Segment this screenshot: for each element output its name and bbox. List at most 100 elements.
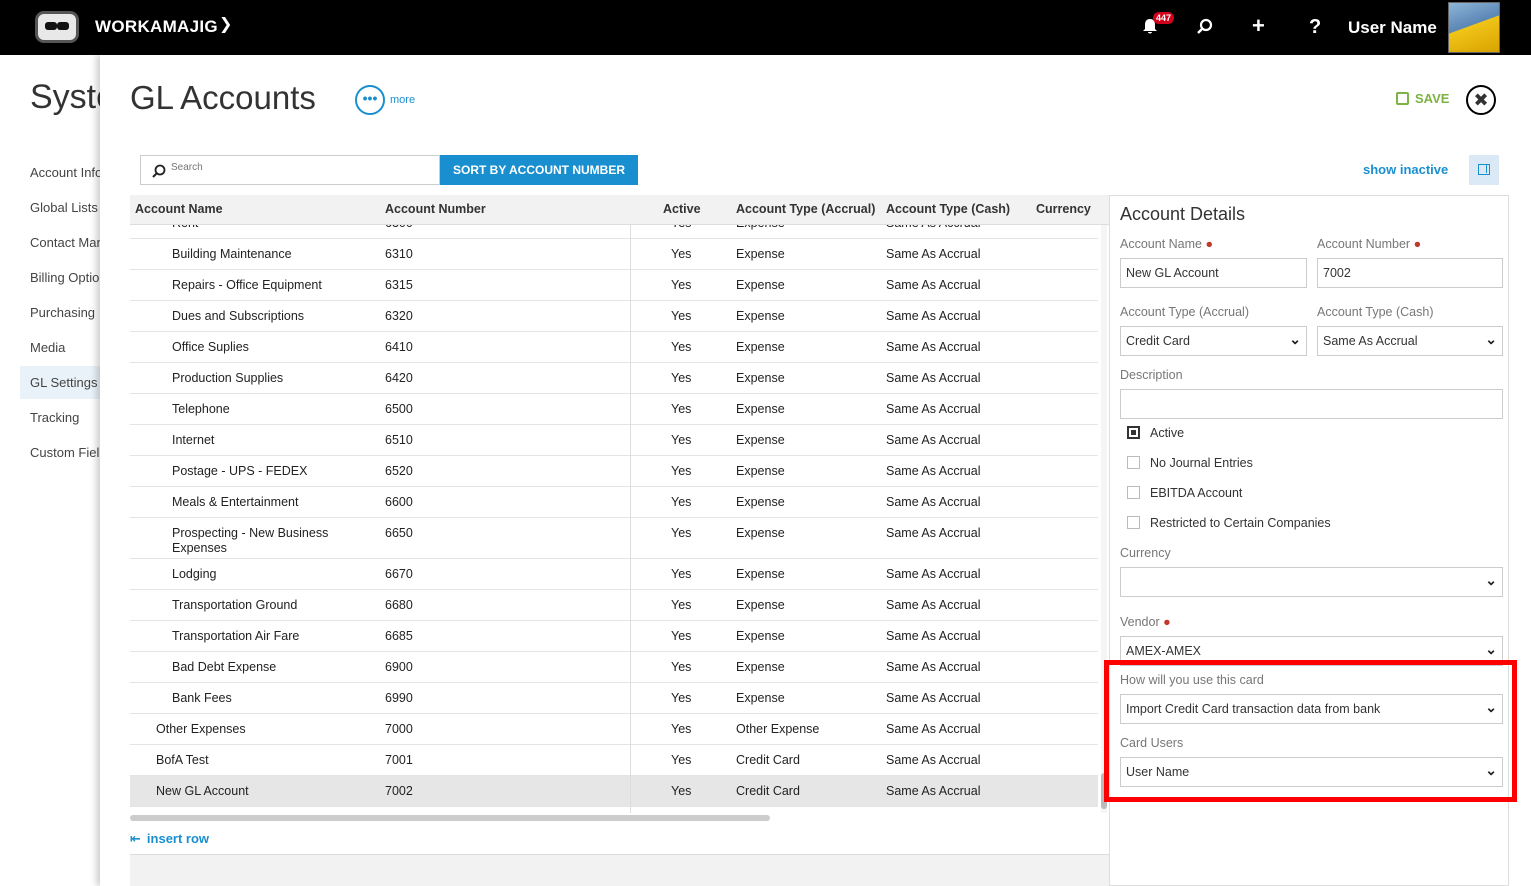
cell-active: Yes — [671, 309, 692, 323]
cell-account-name: Bank Fees — [172, 691, 232, 705]
cell-type-cash: Same As Accrual — [886, 598, 981, 612]
table-row[interactable]: Bank Fees 6990 Yes Expense Same As Accrual — [130, 683, 1098, 714]
gl-accounts-grid: Account Name Account Number Active Accou… — [130, 195, 1110, 886]
cell-active: Yes — [671, 402, 692, 416]
table-row[interactable]: Telephone 6500 Yes Expense Same As Accrual — [130, 394, 1098, 425]
save-button[interactable]: SAVE — [1396, 91, 1449, 106]
table-row[interactable]: Repairs - Office Equipment 6315 Yes Expense… — [130, 270, 1098, 301]
table-row[interactable]: New GL Account 7002 Yes Credit Card Same As … — [130, 776, 1098, 807]
table-row[interactable]: Lodging 6670 Yes Expense Same As Accrual — [130, 559, 1098, 590]
cell-account-number: 6420 — [385, 371, 413, 385]
table-row[interactable]: Transportation Ground 6680 Yes Expense Same … — [130, 590, 1098, 621]
cell-account-name: Lodging — [172, 567, 217, 581]
background-nav-item[interactable]: Global Lists — [30, 200, 98, 215]
horizontal-scrollbar[interactable] — [130, 815, 770, 821]
chevron-down-icon[interactable]: ❯ — [219, 14, 232, 34]
more-options-icon[interactable]: ••• — [355, 85, 385, 115]
background-nav-item[interactable]: Contact Man — [30, 235, 104, 250]
column-header-account-number[interactable]: Account Number — [385, 202, 486, 216]
details-title: Account Details — [1120, 204, 1246, 224]
type-accrual-label: Account Type (Accrual) — [1120, 305, 1249, 319]
search-field[interactable] — [140, 155, 440, 185]
cell-active: Yes — [671, 371, 692, 385]
cell-type-accrual: Expense — [736, 660, 785, 674]
table-row[interactable]: Postage - UPS - FEDEX 6520 Yes Expense Same … — [130, 456, 1098, 487]
column-header-account-name[interactable]: Account Name — [135, 202, 223, 216]
column-header-active[interactable]: Active — [663, 202, 701, 216]
background-nav-item[interactable]: Purchasing — [30, 305, 95, 320]
required-marker: ● — [1205, 237, 1214, 251]
column-header-type-accrual[interactable]: Account Type (Accrual) — [736, 202, 875, 216]
table-row[interactable]: Internet 6510 Yes Expense Same As Accrual — [130, 425, 1098, 456]
cell-type-cash: Same As Accrual — [886, 371, 981, 385]
checkbox-unchecked — [1127, 456, 1140, 469]
cell-account-name: Production Supplies — [172, 371, 284, 385]
avatar[interactable] — [1448, 2, 1500, 53]
column-header-currency[interactable]: Currency — [1036, 202, 1091, 216]
cell-type-cash: Same As Accrual — [886, 722, 981, 736]
table-row[interactable]: Transportation Air Fare 6685 Yes Expense Sam… — [130, 621, 1098, 652]
brand-name[interactable]: WORKAMAJIG — [95, 17, 218, 37]
cell-active: Yes — [671, 495, 692, 509]
cell-account-name: Bad Debt Expense — [172, 660, 277, 674]
add-icon[interactable]: + — [1252, 13, 1265, 39]
cell-type-cash: Same As Accrual — [886, 629, 981, 643]
checkbox-ebitda-account[interactable]: EBITDA Account — [1127, 486, 1242, 500]
column-header-type-cash[interactable]: Account Type (Cash) — [886, 202, 1010, 216]
cell-account-number: 7001 — [385, 753, 413, 767]
checkbox-restricted-companies[interactable]: Restricted to Certain Companies — [1127, 516, 1331, 530]
background-nav-item[interactable]: Custom Field — [30, 445, 107, 460]
cell-account-name: Dues and Subscriptions — [172, 309, 305, 323]
cell-account-number: 7000 — [385, 722, 413, 736]
cell-active: Yes — [671, 691, 692, 705]
search-input[interactable] — [171, 162, 421, 173]
cell-account-number: 6310 — [385, 247, 413, 261]
background-nav-item[interactable]: Tracking — [30, 410, 79, 425]
column-divider — [630, 225, 631, 813]
close-button[interactable]: ✖ — [1466, 85, 1496, 115]
insert-row-icon: ⇤ — [130, 831, 141, 846]
insert-row-button[interactable]: ⇤ insert row — [130, 831, 209, 847]
table-row[interactable]: Building Maintenance 6310 Yes Expense Same A… — [130, 239, 1098, 270]
background-nav-item[interactable]: Billing Optio — [30, 270, 99, 285]
cell-account-name: Prospecting - New Business Expenses — [172, 526, 329, 555]
user-name[interactable]: User Name — [1348, 18, 1437, 38]
account-number-input[interactable]: 7002 — [1317, 258, 1503, 288]
checkbox-unchecked — [1127, 516, 1140, 529]
toggle-details-panel-button[interactable] — [1469, 155, 1499, 185]
currency-select[interactable]: ⌄ — [1120, 567, 1503, 597]
type-accrual-select[interactable]: Credit Card ⌄ — [1120, 326, 1307, 356]
cell-account-name: BofA Test — [156, 753, 209, 767]
checkbox-active[interactable]: Active — [1127, 426, 1184, 440]
table-row[interactable]: BofA Test 7001 Yes Credit Card Same As Accru… — [130, 745, 1098, 776]
table-row[interactable]: Office Suplies 6410 Yes Expense Same As Accr… — [130, 332, 1098, 363]
more-link[interactable]: more — [390, 94, 415, 106]
cell-type-cash: Same As Accrual — [886, 567, 981, 581]
table-row[interactable]: Production Supplies 6420 Yes Expense Same As… — [130, 363, 1098, 394]
background-nav-item-gl-settings[interactable]: GL Settings — [30, 375, 97, 390]
table-row[interactable]: Prospecting - New Business Expenses 6650 Y… — [130, 518, 1098, 559]
cell-account-name: Internet — [172, 433, 215, 447]
show-inactive-link[interactable]: show inactive — [1363, 162, 1448, 177]
background-nav-item[interactable]: Media — [30, 340, 65, 355]
vendor-label: Vendor ● — [1120, 615, 1171, 629]
description-input[interactable] — [1120, 389, 1503, 419]
type-cash-select[interactable]: Same As Accrual ⌄ — [1317, 326, 1503, 356]
description-label: Description — [1120, 368, 1183, 382]
account-name-input[interactable]: New GL Account — [1120, 258, 1307, 288]
cell-active: Yes — [671, 598, 692, 612]
cell-account-number: 6600 — [385, 495, 413, 509]
checkbox-no-journal-entries[interactable]: No Journal Entries — [1127, 456, 1253, 470]
workamajig-logo-icon[interactable] — [35, 11, 79, 43]
cell-type-accrual: Credit Card — [736, 753, 800, 767]
sort-by-account-number-button[interactable]: SORT BY ACCOUNT NUMBER — [440, 155, 638, 185]
table-row[interactable]: Other Expenses 7000 Yes Other Expense Same A… — [130, 714, 1098, 745]
table-row[interactable]: Bad Debt Expense 6900 Yes Expense Same As Ac… — [130, 652, 1098, 683]
table-row[interactable]: Meals & Entertainment 6600 Yes Expense Same … — [130, 487, 1098, 518]
background-nav-item[interactable]: Account Info — [30, 165, 102, 180]
help-icon[interactable]: ? — [1309, 16, 1321, 39]
cell-active: Yes — [671, 722, 692, 736]
table-row[interactable]: Rent 6300 Yes Expense Same As Accrual — [130, 225, 1098, 239]
search-icon[interactable] — [1196, 18, 1214, 36]
table-row[interactable]: Dues and Subscriptions 6320 Yes Expense Same… — [130, 301, 1098, 332]
